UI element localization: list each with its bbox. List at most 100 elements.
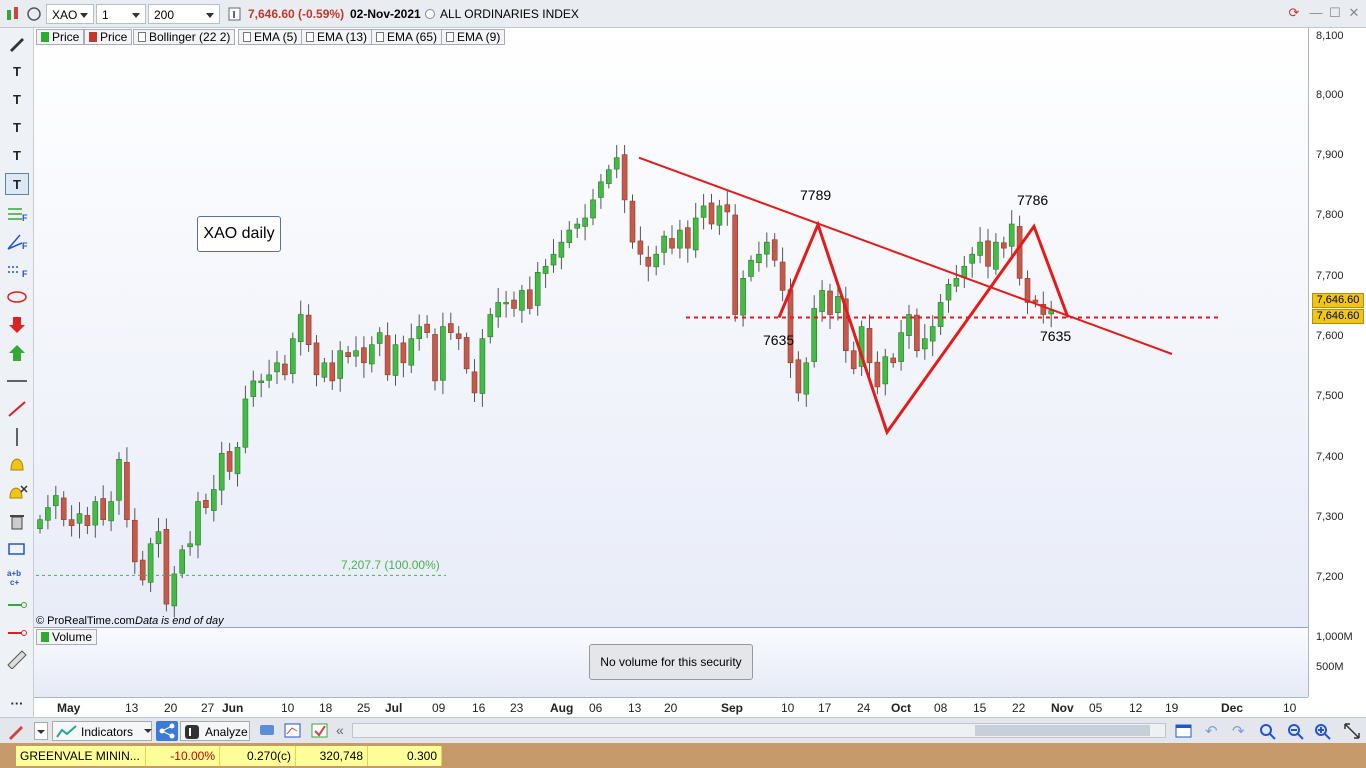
candle-down (471, 371, 478, 394)
legend-label: EMA (65) (387, 30, 438, 44)
legend-ema5[interactable]: EMA (5) (238, 29, 303, 45)
legend-bollinger[interactable]: Bollinger (22 2) (133, 29, 236, 45)
backtest-icon[interactable] (310, 722, 330, 743)
x-tick: Aug (550, 701, 574, 715)
x-tick: 12 (1129, 701, 1143, 715)
calendar-icon[interactable] (1174, 722, 1194, 743)
chart-label-box[interactable]: XAO daily (197, 216, 281, 252)
candle-up (953, 278, 960, 287)
last-price-tag-2: 7,646.60 (1312, 309, 1364, 324)
candle-down (139, 559, 146, 581)
candle-down (60, 497, 67, 520)
expand-icon[interactable] (1342, 721, 1362, 744)
legend-ema13[interactable]: EMA (13) (301, 29, 373, 45)
legend-price-down[interactable]: Price (84, 29, 133, 45)
analyze-label: Analyze (205, 725, 248, 739)
legend-label: Volume (52, 630, 93, 644)
candle-up (993, 241, 999, 270)
candle-down (163, 528, 170, 605)
ticker-name[interactable]: GREENVALE MININ... (16, 746, 146, 766)
x-tick: Jun (222, 701, 244, 715)
candle-up (37, 519, 43, 529)
candle-up (211, 489, 217, 511)
x-tick: 18 (319, 701, 333, 715)
checkbox-icon (306, 32, 314, 42)
horizontal-scrollbar[interactable] (352, 723, 1166, 738)
candle-down (866, 328, 873, 364)
candle-up (242, 398, 249, 448)
x-tick: 22 (1012, 701, 1026, 715)
legend-label: Price (100, 30, 128, 44)
downtrend-line (638, 156, 1173, 355)
x-tick: 19 (1165, 701, 1179, 715)
x-tick: May (57, 701, 81, 715)
y-tick: 7,400 (1316, 451, 1344, 463)
indicators-icon (56, 725, 77, 738)
zoom-out-icon[interactable] (1286, 722, 1306, 743)
annotation-low-1[interactable]: 7635 (763, 332, 794, 348)
ticker-change: -10.00% (146, 746, 220, 766)
analyze-button[interactable]: Analyze (180, 721, 250, 741)
candle-down (84, 515, 91, 526)
draw-dropdown[interactable] (34, 722, 48, 740)
indicators-button[interactable]: Indicators (52, 721, 152, 741)
candle-up (392, 344, 399, 376)
y-tick: 7,200 (1316, 571, 1344, 583)
y-tick: 8,100 (1316, 30, 1344, 42)
candle-up (92, 501, 99, 526)
candle-down (914, 314, 920, 352)
undo-icon[interactable]: ↶ (1205, 722, 1218, 740)
scrollbar-thumb[interactable] (975, 725, 1150, 736)
annotation-high-1[interactable]: 7789 (800, 187, 831, 203)
x-tick: 09 (432, 701, 446, 715)
legend-ema9[interactable]: EMA (9) (441, 29, 506, 45)
candle-up (147, 543, 154, 583)
x-tick: 23 (510, 701, 524, 715)
redo-icon[interactable]: ↷ (1232, 722, 1245, 740)
candle-up (898, 332, 904, 362)
candle-up (76, 513, 83, 524)
candle-up (977, 241, 983, 256)
candle-up (598, 181, 604, 198)
share-icon[interactable] (156, 721, 178, 741)
annotation-high-2[interactable]: 7786 (1017, 192, 1048, 208)
zoom-in-icon[interactable] (1313, 722, 1333, 743)
volume-y-tick: 500M (1316, 661, 1344, 673)
x-tick: 13 (125, 701, 139, 715)
legend-price-up[interactable]: Price (36, 29, 85, 45)
indicators-dropdown[interactable] (142, 722, 154, 740)
candle-down (1016, 226, 1023, 279)
screener-icon[interactable] (283, 722, 303, 743)
candle-up (187, 543, 193, 548)
x-tick: 20 (164, 701, 178, 715)
checkbox-icon (138, 32, 146, 42)
zoom-fit-icon[interactable] (1258, 722, 1278, 743)
candle-down (432, 334, 438, 382)
ticker-last: 0.300 (368, 746, 442, 766)
candle-up (882, 356, 889, 385)
candle-up (605, 169, 612, 184)
candle-up (321, 362, 328, 378)
draw-tool-icon[interactable] (6, 721, 28, 744)
chat-icon[interactable] (258, 722, 278, 743)
candle-down (787, 289, 794, 364)
candle-down (313, 342, 320, 376)
candle-down (874, 361, 881, 388)
candle-up (218, 452, 225, 491)
candle-up (566, 229, 573, 244)
annotation-low-2[interactable]: 7635 (1040, 328, 1071, 344)
candle-up (811, 308, 818, 362)
candle-down (124, 462, 130, 520)
scroll-back-icon[interactable]: « (336, 722, 344, 738)
candle-up (534, 271, 541, 306)
legend-ema65[interactable]: EMA (65) (371, 29, 443, 45)
candle-up (289, 338, 296, 374)
legend-volume[interactable]: Volume (36, 629, 98, 645)
y-tick: 7,600 (1316, 330, 1344, 342)
candle-down (771, 239, 778, 261)
checkbox-icon (446, 32, 454, 42)
candle-up (116, 459, 122, 501)
candle-up (700, 205, 707, 218)
candle-up (416, 326, 423, 339)
candle-down (621, 154, 628, 201)
